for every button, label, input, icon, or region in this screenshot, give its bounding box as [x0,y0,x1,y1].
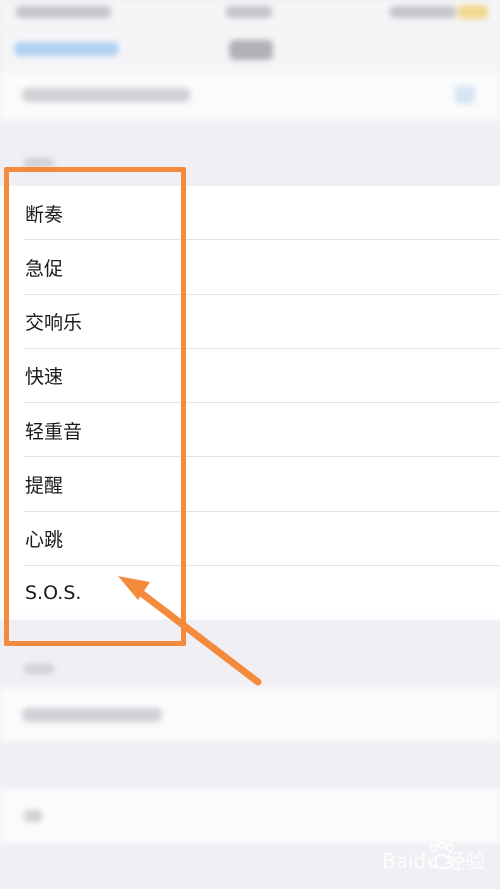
selected-tone-label [22,88,190,102]
page-title [229,40,273,60]
settings-row-label [24,810,42,822]
watermark-text: Baidu 经验 [382,849,485,873]
section-header-label [24,664,54,674]
carrier-indicator [16,6,111,18]
battery-icon [458,5,488,19]
status-indicators [390,6,456,18]
status-bar [0,0,500,28]
settings-row[interactable] [0,788,500,844]
settings-row[interactable] [0,688,500,742]
watermark-logo: Baidu 经验 [382,841,485,873]
selected-tone-row[interactable] [0,72,500,122]
settings-row-label [22,708,162,722]
highlight-box [4,167,186,646]
back-button[interactable] [14,42,119,56]
time-indicator [226,6,272,18]
checkmark-icon [455,86,475,104]
navigation-bar [0,28,500,72]
